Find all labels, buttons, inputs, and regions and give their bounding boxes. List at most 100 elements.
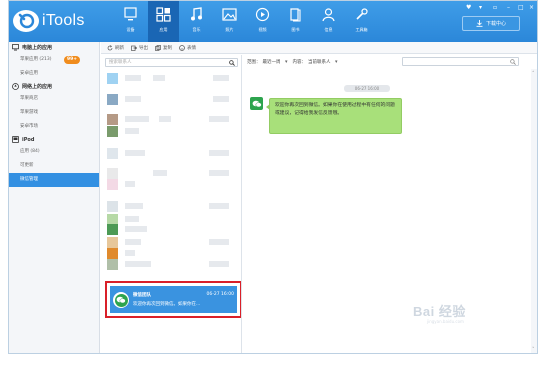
contact-icon xyxy=(322,8,335,22)
download-center-label: 下载中心 xyxy=(485,21,506,27)
sidebar-item-label: 微信管理 xyxy=(20,177,38,182)
highlight-frame: 微信团队 06-27 16:00 欢迎你再次回到微信。如果你在... xyxy=(105,281,241,318)
copy-label: 复制 xyxy=(163,45,172,51)
nav-device[interactable]: 设备 xyxy=(115,1,146,42)
section-computer-apps[interactable]: 电脑上的应用 xyxy=(9,42,99,53)
list-item[interactable] xyxy=(105,147,240,160)
list-item[interactable] xyxy=(105,223,240,236)
sidebar-item-apple-games[interactable]: 苹果游戏 xyxy=(9,106,99,120)
sidebar-item-label: 可更新 xyxy=(20,163,34,168)
export-button[interactable]: 导出 xyxy=(131,45,148,51)
settings-icon[interactable]: ▫ xyxy=(493,4,497,11)
list-item[interactable] xyxy=(105,178,240,191)
sidebar-item-apple-apps[interactable]: 苹果应用 (213) 99+ xyxy=(9,53,99,67)
export-icon xyxy=(131,45,137,51)
itools-window: iTools 设备 应用 音乐 照片 视频 图书 信息 工具箱 ♥ ▾ ▫ – … xyxy=(8,0,538,354)
sidebar: 电脑上的应用 苹果应用 (213) 99+ 安卓应用 网络上的应用 苹果商店 苹… xyxy=(9,42,100,353)
message-search-input[interactable] xyxy=(402,57,519,66)
download-icon xyxy=(476,20,483,27)
scroll-down-icon[interactable]: ˅ xyxy=(532,347,535,353)
sidebar-item-label: 安卓应用 xyxy=(20,71,38,76)
nav-contacts[interactable]: 信息 xyxy=(313,1,344,42)
avatar xyxy=(107,73,118,84)
sidebar-item-android-apps[interactable]: 安卓应用 xyxy=(9,67,99,81)
nav-label: 图书 xyxy=(291,27,300,32)
sidebar-item-apple-store[interactable]: 苹果商店 xyxy=(9,92,99,106)
content-label: 内容： xyxy=(292,60,307,65)
watermark-url: jingyan.baidu.com xyxy=(427,319,464,324)
list-item[interactable] xyxy=(105,125,240,138)
search-icon[interactable] xyxy=(229,60,235,66)
sidebar-item-label: 安卓市场 xyxy=(20,124,38,129)
nav-music[interactable]: 音乐 xyxy=(181,1,212,42)
message-bubble: 欢迎你再次回到微信。如果你在使用过程中有任何的问题或建议，记得给我发信反馈哦。 xyxy=(266,98,402,134)
download-center-button[interactable]: 下载中心 xyxy=(462,16,520,31)
sidebar-item-android-market[interactable]: 安卓市场 xyxy=(9,120,99,134)
emoji-label: 表情 xyxy=(187,45,196,51)
watermark: Bai 经验 xyxy=(413,304,466,319)
chat-area: 06-27 16:00 欢迎你再次回到微信。如果你在使用过程中有任何的问题或建议… xyxy=(243,69,531,353)
copy-button[interactable]: 复制 xyxy=(155,44,172,51)
avatar xyxy=(107,114,118,125)
count-badge: 99+ xyxy=(64,56,81,64)
nav-label: 工具箱 xyxy=(355,27,368,32)
avatar xyxy=(107,179,118,190)
sidebar-item-ipod-apps[interactable]: 应用 (84) xyxy=(9,145,99,159)
section-network-apps[interactable]: 网络上的应用 xyxy=(9,81,99,92)
nav-apps[interactable]: 应用 xyxy=(148,1,179,42)
nav-label: 应用 xyxy=(159,27,168,32)
main-nav: 设备 应用 音乐 照片 视频 图书 信息 工具箱 xyxy=(115,1,379,42)
message-timestamp: 06-27 16:00 xyxy=(344,85,390,92)
nav-label: 音乐 xyxy=(192,27,201,32)
nav-photo[interactable]: 照片 xyxy=(214,1,245,42)
skin-icon[interactable]: ♥ xyxy=(466,4,471,11)
nav-label: 照片 xyxy=(225,27,234,32)
avatar xyxy=(107,259,118,270)
refresh-label: 刷新 xyxy=(115,45,124,51)
sidebar-item-updates[interactable]: 可更新 xyxy=(9,159,99,173)
filter-bar: 范围： 最近一周 内容： 当前联系人 xyxy=(243,55,537,69)
sidebar-item-wechat-manager[interactable]: 微信管理 xyxy=(9,173,99,187)
close-icon[interactable]: × xyxy=(529,4,534,11)
book-icon xyxy=(290,8,301,22)
nav-video[interactable]: 视频 xyxy=(247,1,278,42)
range-select[interactable]: 最近一周 xyxy=(263,59,289,65)
avatar xyxy=(107,148,118,159)
list-item[interactable] xyxy=(105,72,240,85)
sidebar-item-label: 苹果商店 xyxy=(20,96,38,101)
app-brand: iTools xyxy=(42,12,85,29)
sidebar-item-label: 苹果游戏 xyxy=(20,110,38,115)
contact-search-input[interactable]: 搜索联系人 xyxy=(105,58,238,67)
globe-icon xyxy=(12,83,19,90)
chat-scrollbar[interactable]: ˄ ˅ xyxy=(531,69,537,353)
list-item[interactable] xyxy=(105,258,240,271)
photo-icon xyxy=(222,8,237,21)
list-item[interactable] xyxy=(105,93,240,106)
list-item-wechat-team[interactable]: 微信团队 06-27 16:00 欢迎你再次回到微信。如果你在... xyxy=(110,286,237,313)
video-icon xyxy=(255,7,270,22)
contact-time: 06-27 16:00 xyxy=(206,292,234,297)
top-bar: iTools 设备 应用 音乐 照片 视频 图书 信息 工具箱 ♥ ▾ ▫ – … xyxy=(9,1,537,42)
nav-label: 信息 xyxy=(324,27,333,32)
section-title: 电脑上的应用 xyxy=(22,45,53,51)
refresh-icon xyxy=(107,44,113,50)
section-ipod[interactable]: iPod xyxy=(9,134,99,145)
maximize-icon[interactable]: □ xyxy=(518,4,524,11)
list-item[interactable] xyxy=(105,200,240,213)
contact-list: 搜索联系人 微信团队 06-27 16:00 欢迎你再次回到微信。如果你在... xyxy=(101,55,242,353)
music-icon xyxy=(191,7,202,21)
content-select[interactable]: 当前联系人 xyxy=(308,59,339,65)
nav-tools[interactable]: 工具箱 xyxy=(346,1,377,42)
contact-name: 微信团队 xyxy=(133,293,151,298)
avatar xyxy=(107,94,118,105)
nav-books[interactable]: 图书 xyxy=(280,1,311,42)
refresh-button[interactable]: 刷新 xyxy=(107,44,124,51)
emoji-button[interactable]: 表情 xyxy=(179,44,196,51)
search-icon[interactable] xyxy=(510,59,516,65)
wechat-icon xyxy=(252,100,262,107)
wechat-icon xyxy=(116,296,126,304)
avatar xyxy=(107,201,118,212)
menu-icon[interactable]: ▾ xyxy=(479,4,482,11)
minimize-icon[interactable]: – xyxy=(507,4,510,11)
scroll-up-icon[interactable]: ˄ xyxy=(532,71,535,77)
